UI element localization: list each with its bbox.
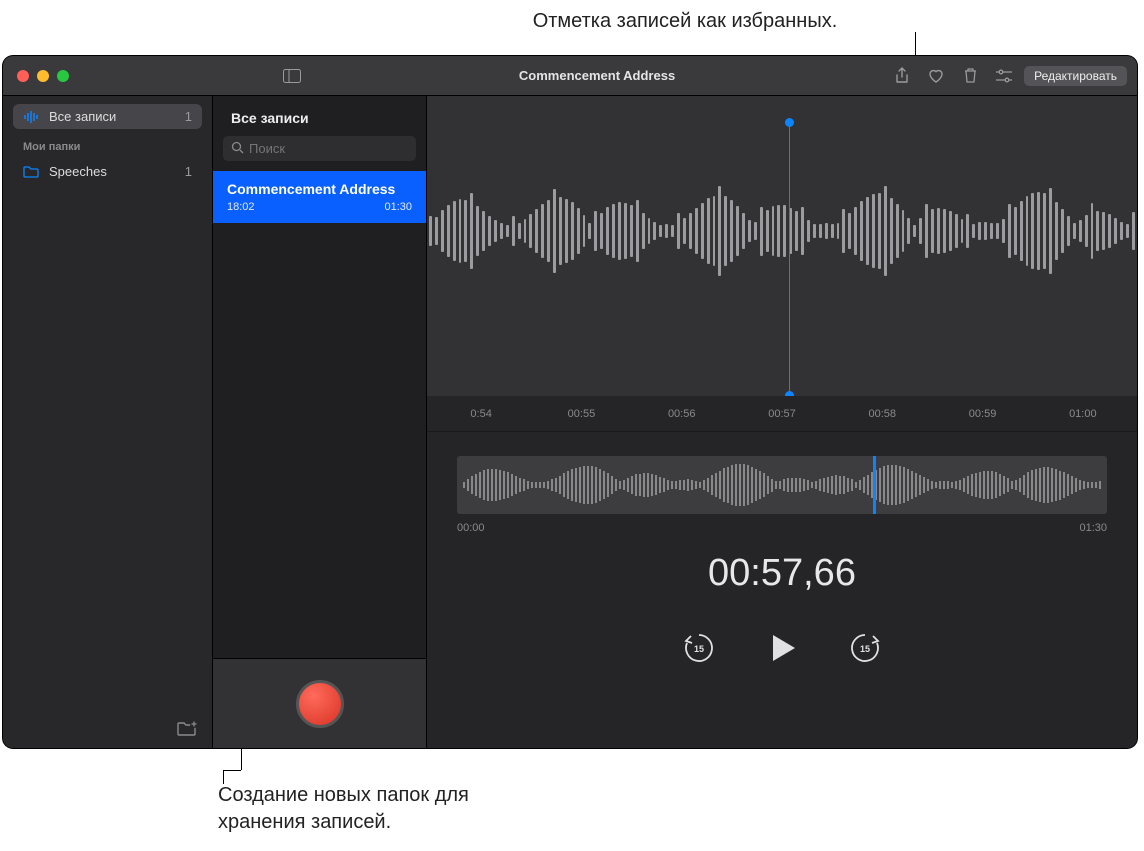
overview-start-label: 00:00 (457, 522, 485, 534)
current-time-display: 00:57,66 (427, 552, 1137, 595)
new-folder-button[interactable] (176, 720, 198, 738)
share-icon[interactable] (888, 64, 916, 88)
sidebar-item-label: Speeches (49, 164, 107, 179)
record-button[interactable] (296, 680, 344, 728)
playhead[interactable] (789, 122, 790, 396)
callout-favorites: Отметка записей как избранных. (470, 8, 900, 35)
sidebar-toggle-icon[interactable] (278, 64, 306, 88)
sidebar-section-header: Мои папки (3, 131, 212, 157)
sidebar-item-all-recordings[interactable]: Все записи 1 (13, 104, 202, 129)
callout-new-folder: Создание новых папок для хранения записе… (218, 782, 538, 836)
ruler-tick: 01:00 (1033, 408, 1133, 420)
waveform-main[interactable] (427, 96, 1137, 396)
overview-end-label: 01:30 (1079, 522, 1107, 534)
skip-back-15-button[interactable]: 15 (681, 630, 717, 666)
list-header: Все записи (213, 96, 426, 136)
favorite-icon[interactable] (922, 64, 950, 88)
recordings-column: Все записи Commencement Address 18:02 01… (213, 96, 427, 748)
sidebar-item-folder[interactable]: Speeches 1 (13, 159, 202, 184)
sidebar-item-label: Все записи (49, 109, 116, 124)
folder-icon (23, 166, 39, 178)
sidebar-item-count: 1 (185, 109, 192, 124)
record-footer (213, 658, 426, 748)
traffic-lights (3, 70, 268, 82)
time-ruler: 0:54 00:55 00:56 00:57 00:58 00:59 01:00 (427, 396, 1137, 432)
svg-text:15: 15 (694, 644, 704, 654)
playback-controls: 15 15 (427, 629, 1137, 667)
ruler-tick: 00:56 (632, 408, 732, 420)
sidebar-item-count: 1 (185, 164, 192, 179)
close-button[interactable] (17, 70, 29, 82)
sidebar: Все записи 1 Мои папки Speeches 1 (3, 96, 213, 748)
recording-item[interactable]: Commencement Address 18:02 01:30 (213, 171, 426, 223)
recording-title: Commencement Address (227, 181, 412, 197)
waveform-overview[interactable] (457, 456, 1107, 514)
ruler-tick: 00:55 (531, 408, 631, 420)
search-icon (231, 141, 244, 154)
recording-time: 18:02 (227, 201, 255, 213)
trash-icon[interactable] (956, 64, 984, 88)
titlebar: Commencement Address Редактировать (3, 56, 1137, 96)
leader-line (223, 770, 241, 771)
svg-text:15: 15 (860, 644, 870, 654)
leader-line (223, 770, 224, 784)
app-window: Commencement Address Редактировать В (3, 56, 1137, 748)
zoom-button[interactable] (57, 70, 69, 82)
title-text: Commencement Address (312, 68, 882, 83)
waveform-icon (23, 111, 39, 123)
overview-playhead[interactable] (873, 456, 876, 514)
ruler-tick: 00:59 (932, 408, 1032, 420)
recording-duration: 01:30 (384, 201, 412, 213)
ruler-tick: 00:57 (732, 408, 832, 420)
player-panel: 0:54 00:55 00:56 00:57 00:58 00:59 01:00… (427, 96, 1137, 748)
edit-button[interactable]: Редактировать (1024, 66, 1127, 86)
play-button[interactable] (763, 629, 801, 667)
ruler-tick: 00:58 (832, 408, 932, 420)
minimize-button[interactable] (37, 70, 49, 82)
ruler-tick: 0:54 (431, 408, 531, 420)
skip-forward-15-button[interactable]: 15 (847, 630, 883, 666)
search-input[interactable] (223, 136, 416, 161)
settings-sliders-icon[interactable] (990, 64, 1018, 88)
